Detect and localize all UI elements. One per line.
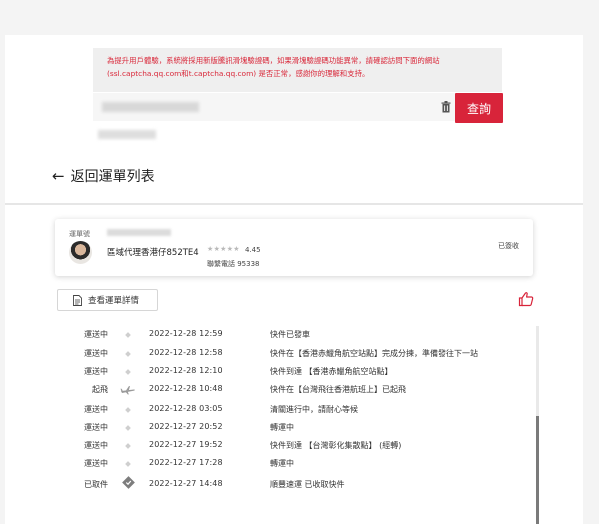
event-description: 快件在【香港赤鱲角航空站點】完成分揀，準備發往下一站 <box>270 349 478 358</box>
event-datetime: 2022-12-28 03:05 <box>149 404 223 413</box>
event-status: 運送中 <box>84 441 108 450</box>
event-description: 快件在【台灣飛往香港航班上】已起飛 <box>270 385 406 394</box>
event-description: 快件到達 【台灣彰化集散點】 (經轉) <box>270 441 402 450</box>
shipment-status: 已簽收 <box>498 242 519 250</box>
view-details-button[interactable]: 查看運單詳情 <box>57 289 158 311</box>
tracking-page: 為提升用戶體驗，系統將採用新版騰訊滑塊驗證碼，如果滑塊驗證碼功能異常，請確認訪問… <box>5 35 583 524</box>
event-datetime: 2022-12-28 12:58 <box>149 348 223 357</box>
event-status: 運送中 <box>84 367 108 376</box>
event-description: 快件到達 【香港赤鱲角航空站點】 <box>270 367 393 376</box>
event-status: 運送中 <box>84 459 108 468</box>
event-datetime: 2022-12-27 17:28 <box>149 458 223 467</box>
diamond-dot-icon <box>125 369 131 375</box>
event-datetime: 2022-12-27 14:48 <box>149 479 223 488</box>
event-datetime: 2022-12-27 19:52 <box>149 440 223 449</box>
redacted-hint <box>98 130 156 139</box>
agent-name: 區域代理香港仔852TE4 <box>107 248 199 258</box>
timeline-scrollbar-thumb[interactable] <box>536 416 539 524</box>
event-status: 運送中 <box>84 330 108 339</box>
timeline-event: 已取件 2022-12-27 14:48 順豐速運 已收取快件 <box>65 476 535 494</box>
redacted-tracking-number <box>102 102 199 112</box>
diamond-dot-icon <box>125 332 131 338</box>
diamond-dot-icon <box>125 461 131 467</box>
diamond-dot-icon <box>125 351 131 357</box>
rating-value: 4.45 <box>245 246 261 254</box>
trash-icon[interactable] <box>441 101 451 113</box>
event-status: 運送中 <box>84 405 108 414</box>
rating-stars-icon: ★★★★★ <box>207 245 240 253</box>
plane-icon <box>120 386 135 395</box>
event-description: 快件已發車 <box>270 330 310 339</box>
timeline-event: 運送中 2022-12-27 17:28 轉運中 <box>65 455 535 473</box>
thumbs-up-icon[interactable] <box>518 291 534 307</box>
event-status: 已取件 <box>84 480 108 489</box>
pickup-icon <box>122 476 135 489</box>
tracking-number-input[interactable] <box>93 93 455 121</box>
timeline-event: 起飛 2022-12-28 10:48 快件在【台灣飛往香港航班上】已起飛 <box>65 381 535 399</box>
timeline-event: 運送中 2022-12-27 19:52 快件到達 【台灣彰化集散點】 (經轉) <box>65 437 535 455</box>
timeline-event: 運送中 2022-12-27 20:52 轉運中 <box>65 419 535 437</box>
event-description: 順豐速運 已收取快件 <box>270 480 345 489</box>
event-datetime: 2022-12-28 10:48 <box>149 384 223 393</box>
back-label: 返回運單列表 <box>70 169 155 185</box>
timeline-event: 運送中 2022-12-28 12:59 快件已發車 <box>65 326 535 344</box>
tracking-number-label: 運單號 <box>69 230 90 238</box>
diamond-dot-icon <box>125 425 131 431</box>
timeline-scrollbar[interactable] <box>536 326 539 524</box>
notice-line-2: (ssl.captcha.qq.com和t.captcha.qq.com) 是否… <box>107 68 370 78</box>
diamond-dot-icon <box>125 407 131 413</box>
search-button[interactable]: 查詢 <box>455 93 503 123</box>
event-description: 清關進行中，請耐心等候 <box>270 405 358 414</box>
timeline-event: 運送中 2022-12-28 12:10 快件到達 【香港赤鱲角航空站點】 <box>65 363 535 381</box>
section-divider <box>5 203 583 205</box>
tracking-timeline: 運送中 2022-12-28 12:59 快件已發車 運送中 2022-12-2… <box>65 326 535 524</box>
event-status: 運送中 <box>84 349 108 358</box>
timeline-event: 運送中 2022-12-28 12:58 快件在【香港赤鱲角航空站點】完成分揀，… <box>65 345 535 363</box>
event-description: 轉運中 <box>270 423 294 432</box>
document-icon <box>73 294 82 306</box>
event-datetime: 2022-12-27 20:52 <box>149 422 223 431</box>
event-datetime: 2022-12-28 12:59 <box>149 329 223 338</box>
agent-avatar <box>69 241 92 264</box>
event-status: 運送中 <box>84 423 108 432</box>
shipment-card: 運單號 區域代理香港仔852TE4 ★★★★★ 4.45 聯繫電話 95338 … <box>55 219 533 276</box>
captcha-notice: 為提升用戶體驗，系統將採用新版騰訊滑塊驗證碼，如果滑塊驗證碼功能異常，請確認訪問… <box>93 48 502 92</box>
view-details-label: 查看運單詳情 <box>88 296 140 306</box>
redacted-tracking-number-value <box>107 229 171 236</box>
event-datetime: 2022-12-28 12:10 <box>149 366 223 375</box>
notice-line-1: 為提升用戶體驗，系統將採用新版騰訊滑塊驗證碼，如果滑塊驗證碼功能異常，請確認訪問… <box>107 56 440 65</box>
arrow-left-icon: ← <box>52 166 65 185</box>
timeline-event: 運送中 2022-12-28 03:05 清關進行中，請耐心等候 <box>65 401 535 419</box>
agent-phone: 聯繫電話 95338 <box>207 260 260 268</box>
event-description: 轉運中 <box>270 459 294 468</box>
event-status: 起飛 <box>92 385 108 394</box>
back-to-list-link[interactable]: ← 返回運單列表 <box>52 166 155 186</box>
diamond-dot-icon <box>125 443 131 449</box>
